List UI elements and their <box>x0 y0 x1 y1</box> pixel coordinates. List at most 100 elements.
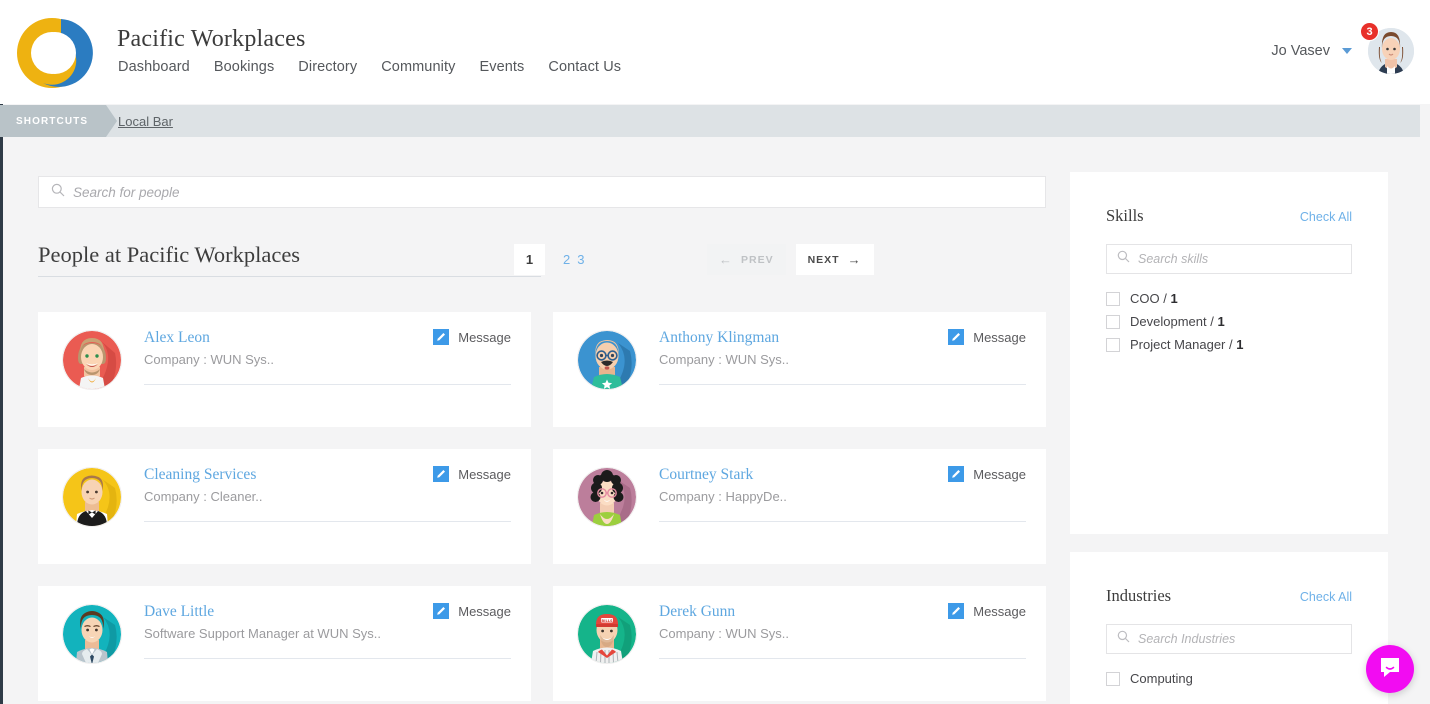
person-subtitle: Company : WUN Sys.. <box>659 352 1026 367</box>
skills-filter-label: Development / 1 <box>1130 314 1225 329</box>
notification-badge[interactable]: 3 <box>1360 22 1379 41</box>
checkbox-icon[interactable] <box>1106 315 1120 329</box>
user-menu[interactable]: Jo Vasev 3 <box>1271 28 1414 74</box>
message-button[interactable]: Message <box>433 329 511 345</box>
message-button-label: Message <box>973 467 1026 482</box>
skills-check-all-link[interactable]: Check All <box>1300 210 1352 224</box>
page-link-3[interactable]: 3 <box>577 252 584 267</box>
skills-panel-title: Skills <box>1106 206 1144 226</box>
skills-filter-label: Project Manager / 1 <box>1130 337 1243 352</box>
skills-filter-label: COO / 1 <box>1130 291 1178 306</box>
skills-filter-development[interactable]: Development / 1 <box>1106 314 1352 329</box>
person-info: Derek Gunn Company : WUN Sys.. Message <box>659 602 1026 641</box>
skills-filter-coo[interactable]: COO / 1 <box>1106 291 1352 306</box>
next-button-label: NEXT <box>808 254 840 266</box>
list-item[interactable]: Dave Little Software Support Manager at … <box>38 586 531 701</box>
person-info: Cleaning Services Company : Cleaner.. Me… <box>144 465 511 504</box>
person-info: Dave Little Software Support Manager at … <box>144 602 511 641</box>
message-button[interactable]: Message <box>948 466 1026 482</box>
pencil-icon <box>948 603 964 619</box>
skills-search-input[interactable] <box>1138 252 1341 266</box>
nav-item-events[interactable]: Events <box>479 59 524 75</box>
pencil-icon <box>948 329 964 345</box>
nav-item-dashboard[interactable]: Dashboard <box>118 59 190 75</box>
main-nav: Dashboard Bookings Directory Community E… <box>118 59 621 75</box>
person-avatar <box>62 467 122 527</box>
shortcuts-bar: SHORTCUTS Local Bar <box>0 105 1420 137</box>
person-info: Courtney Stark Company : HappyDe.. Messa… <box>659 465 1026 504</box>
shortcut-link-local-bar[interactable]: Local Bar <box>118 105 173 137</box>
message-button[interactable]: Message <box>948 329 1026 345</box>
pencil-icon <box>433 329 449 345</box>
industries-search[interactable] <box>1106 624 1352 654</box>
industries-panel-title: Industries <box>1106 586 1171 606</box>
skills-filter-project-manager[interactable]: Project Manager / 1 <box>1106 337 1352 352</box>
search-icon <box>51 183 65 202</box>
message-button-label: Message <box>458 330 511 345</box>
card-divider <box>144 658 511 659</box>
card-divider <box>659 521 1026 522</box>
card-divider <box>144 521 511 522</box>
pencil-icon <box>948 466 964 482</box>
industries-filter-computing[interactable]: Computing <box>1106 671 1352 686</box>
nav-item-community[interactable]: Community <box>381 59 455 75</box>
people-search-bar[interactable] <box>38 176 1046 208</box>
person-subtitle: Company : WUN Sys.. <box>144 352 511 367</box>
search-icon <box>1117 630 1130 648</box>
card-divider <box>659 658 1026 659</box>
person-subtitle: Company : WUN Sys.. <box>659 626 1026 641</box>
list-item[interactable]: Alex Leon Company : WUN Sys.. Message <box>38 312 531 427</box>
message-button-label: Message <box>458 467 511 482</box>
nav-item-directory[interactable]: Directory <box>298 59 357 75</box>
skills-panel: Skills Check All COO / 1 <box>1070 172 1388 534</box>
person-avatar <box>577 330 637 390</box>
checkbox-icon[interactable] <box>1106 672 1120 686</box>
list-item[interactable]: Anthony Klingman Company : WUN Sys.. Mes… <box>553 312 1046 427</box>
search-input[interactable] <box>73 185 1033 200</box>
checkbox-icon[interactable] <box>1106 292 1120 306</box>
industries-panel-head: Industries Check All <box>1106 586 1352 606</box>
card-divider <box>659 384 1026 385</box>
pencil-icon <box>433 466 449 482</box>
search-icon <box>1117 250 1130 268</box>
page-title: People at Pacific Workplaces <box>38 242 300 268</box>
logo-ring-icon <box>14 12 96 94</box>
site-header: Pacific Workplaces Dashboard Bookings Di… <box>0 0 1430 104</box>
nav-item-bookings[interactable]: Bookings <box>214 59 274 75</box>
message-button[interactable]: Message <box>433 603 511 619</box>
title-underline <box>38 276 541 277</box>
person-info: Alex Leon Company : WUN Sys.. Message <box>144 328 511 367</box>
avatar[interactable]: 3 <box>1368 28 1414 74</box>
chevron-down-icon[interactable] <box>1342 48 1352 54</box>
skills-filter-list: COO / 1 Development / 1 Project Manager … <box>1106 291 1352 352</box>
page-link-2[interactable]: 2 <box>563 252 570 267</box>
next-button[interactable]: NEXT → <box>796 244 874 275</box>
message-button[interactable]: Message <box>948 603 1026 619</box>
pagination-numbers: 1 2 3 <box>514 244 584 275</box>
skills-search[interactable] <box>1106 244 1352 274</box>
list-item[interactable]: Cleaning Services Company : Cleaner.. Me… <box>38 449 531 564</box>
message-button-label: Message <box>973 330 1026 345</box>
industries-filter-list: Computing <box>1106 671 1352 686</box>
industries-check-all-link[interactable]: Check All <box>1300 590 1352 604</box>
industries-panel: Industries Check All Computin <box>1070 552 1388 704</box>
prev-button[interactable]: ← PREV <box>707 244 786 275</box>
industries-search-input[interactable] <box>1138 632 1341 646</box>
list-item[interactable]: BILLS Derek <box>553 586 1046 701</box>
chat-widget-button[interactable] <box>1366 645 1414 693</box>
message-button[interactable]: Message <box>433 466 511 482</box>
industries-filter-label: Computing <box>1130 671 1193 686</box>
person-subtitle: Company : Cleaner.. <box>144 489 511 504</box>
brand-logo[interactable] <box>14 12 96 94</box>
person-avatar <box>577 467 637 527</box>
page-current[interactable]: 1 <box>514 244 545 275</box>
user-name: Jo Vasev <box>1271 43 1330 59</box>
brand-title: Pacific Workplaces <box>117 26 306 53</box>
checkbox-icon[interactable] <box>1106 338 1120 352</box>
nav-item-contact-us[interactable]: Contact Us <box>548 59 621 75</box>
list-item[interactable]: Courtney Stark Company : HappyDe.. Messa… <box>553 449 1046 564</box>
person-info: Anthony Klingman Company : WUN Sys.. Mes… <box>659 328 1026 367</box>
arrow-right-icon: → <box>848 253 862 266</box>
message-button-label: Message <box>458 604 511 619</box>
prev-button-label: PREV <box>741 254 774 266</box>
